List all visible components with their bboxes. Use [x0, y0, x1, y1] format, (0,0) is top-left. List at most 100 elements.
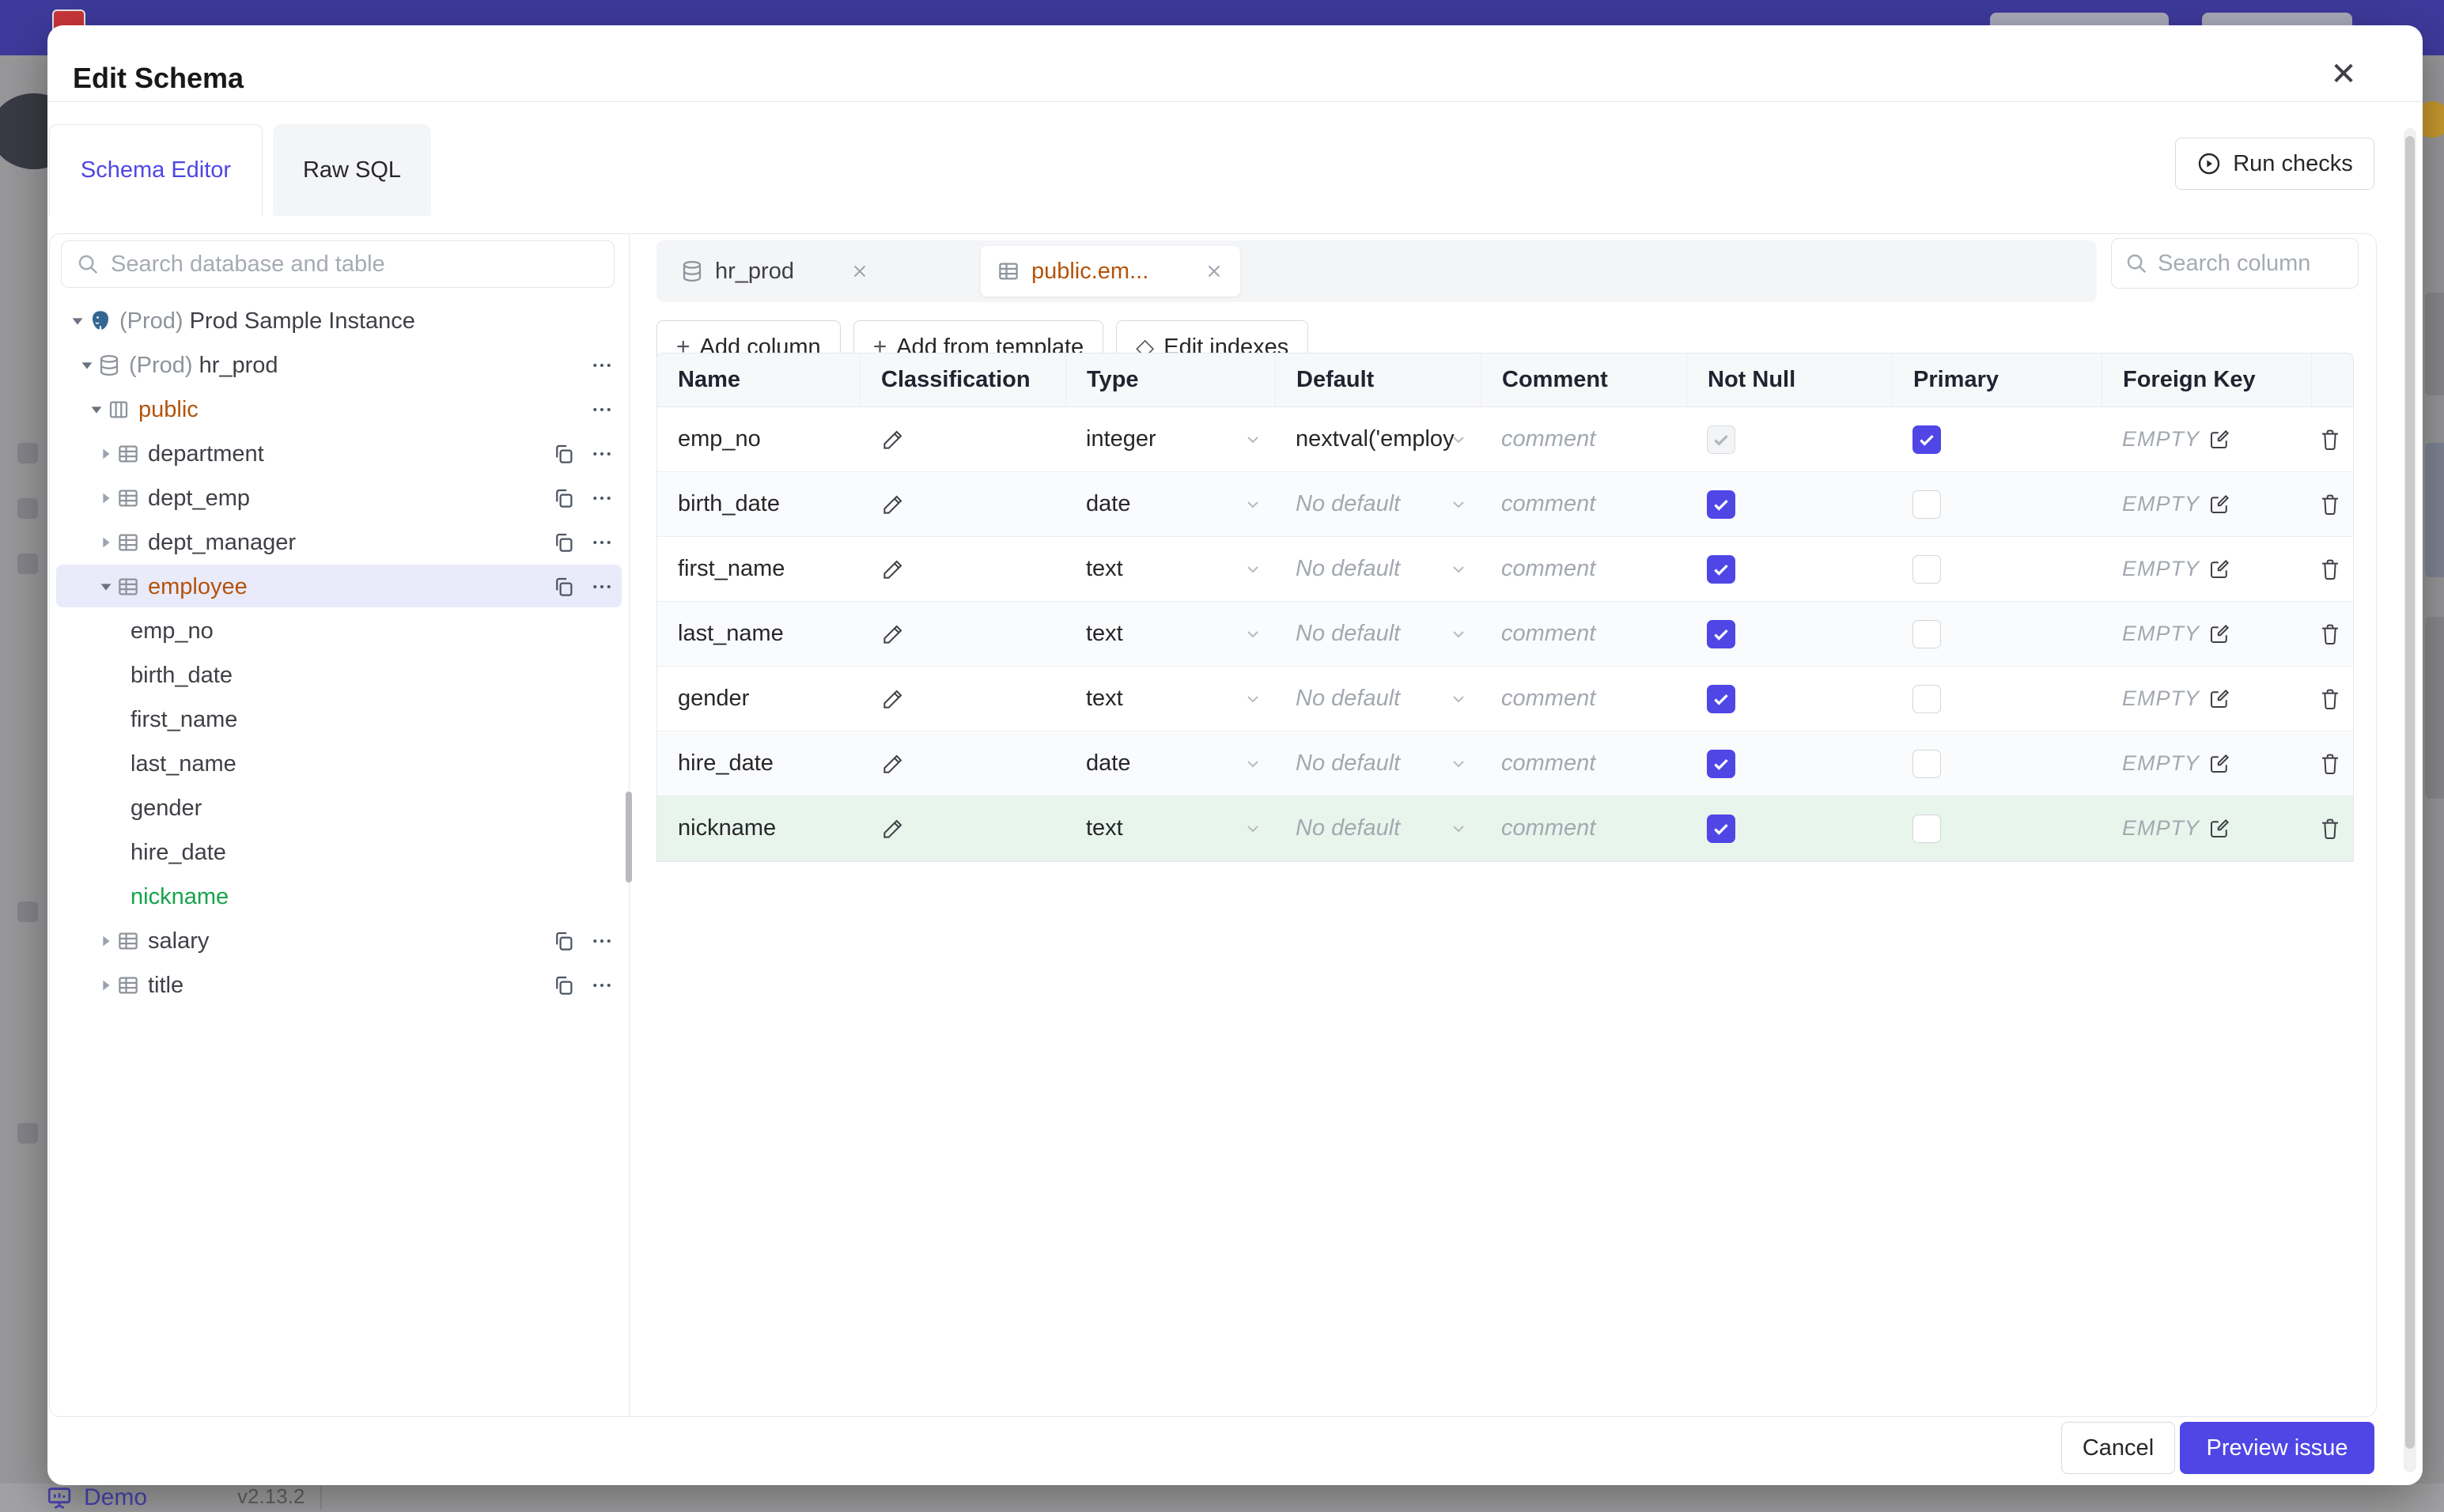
more-icon[interactable]	[590, 442, 614, 466]
not-null-checkbox[interactable]	[1707, 684, 1735, 713]
default-select[interactable]: No default	[1275, 667, 1481, 731]
close-icon[interactable]: ✕	[2326, 57, 2361, 92]
trash-icon[interactable]	[2317, 816, 2343, 841]
not-null-checkbox[interactable]	[1707, 490, 1735, 519]
classification-cell[interactable]	[860, 796, 1065, 860]
tree-item-first-name[interactable]: first_name	[50, 697, 630, 742]
classification-cell[interactable]	[860, 407, 1065, 471]
trash-icon[interactable]	[2317, 557, 2343, 582]
close-tab-icon[interactable]	[1204, 261, 1224, 282]
primary-checkbox[interactable]	[1912, 490, 1941, 519]
copy-icon[interactable]	[552, 973, 576, 997]
type-select[interactable]: text	[1065, 796, 1275, 860]
comment-input[interactable]: comment	[1481, 731, 1686, 796]
primary-checkbox[interactable]	[1912, 749, 1941, 778]
caret-down-icon[interactable]	[67, 312, 88, 330]
tree-item-hr-prod[interactable]: (Prod) hr_prod	[50, 343, 630, 387]
edit-square-icon[interactable]	[2208, 622, 2231, 646]
comment-input[interactable]: comment	[1481, 407, 1686, 471]
column-search-input[interactable]: Search column	[2111, 238, 2359, 289]
edit-square-icon[interactable]	[2208, 428, 2231, 452]
tab-schema-editor[interactable]: Schema Editor	[49, 124, 263, 216]
tree-item-hire-date[interactable]: hire_date	[50, 830, 630, 875]
trash-icon[interactable]	[2317, 622, 2343, 647]
column-name-cell[interactable]: gender	[657, 667, 860, 731]
run-checks-button[interactable]: Run checks	[2175, 138, 2374, 190]
type-select[interactable]: date	[1065, 731, 1275, 796]
edit-square-icon[interactable]	[2208, 817, 2231, 841]
not-null-checkbox[interactable]	[1707, 814, 1735, 843]
pencil-icon[interactable]	[880, 751, 906, 777]
more-icon[interactable]	[590, 929, 614, 953]
column-name-cell[interactable]: hire_date	[657, 731, 860, 796]
comment-input[interactable]: comment	[1481, 472, 1686, 536]
column-name-cell[interactable]: nickname	[657, 796, 860, 860]
copy-icon[interactable]	[552, 486, 576, 510]
pencil-icon[interactable]	[880, 427, 906, 452]
caret-right-icon[interactable]	[96, 445, 116, 463]
tab-raw-sql[interactable]: Raw SQL	[273, 124, 431, 216]
more-icon[interactable]	[590, 486, 614, 510]
classification-cell[interactable]	[860, 537, 1065, 601]
edit-square-icon[interactable]	[2208, 687, 2231, 711]
not-null-checkbox[interactable]	[1707, 619, 1735, 648]
cancel-button[interactable]: Cancel	[2061, 1422, 2175, 1474]
trash-icon[interactable]	[2317, 686, 2343, 712]
tree-item-gender[interactable]: gender	[50, 786, 630, 830]
pencil-icon[interactable]	[880, 557, 906, 582]
type-select[interactable]: date	[1065, 472, 1275, 536]
primary-checkbox[interactable]	[1912, 554, 1941, 584]
type-select[interactable]: integer	[1065, 407, 1275, 471]
tree-item-employee[interactable]: employee	[50, 565, 630, 609]
pencil-icon[interactable]	[880, 492, 906, 517]
preview-issue-button[interactable]: Preview issue	[2180, 1422, 2374, 1474]
editor-tab-hr-prod[interactable]: hr_prod	[664, 246, 886, 297]
type-select[interactable]: text	[1065, 602, 1275, 666]
trash-icon[interactable]	[2317, 492, 2343, 517]
pencil-icon[interactable]	[880, 686, 906, 712]
tree-item-emp-no[interactable]: emp_no	[50, 609, 630, 653]
demo-link[interactable]: Demo	[46, 1484, 147, 1512]
comment-input[interactable]: comment	[1481, 602, 1686, 666]
default-select[interactable]: No default	[1275, 731, 1481, 796]
more-icon[interactable]	[590, 973, 614, 997]
tree-item-department[interactable]: department	[50, 432, 630, 476]
primary-checkbox[interactable]	[1912, 425, 1941, 454]
caret-down-icon[interactable]	[77, 357, 97, 374]
caret-right-icon[interactable]	[96, 490, 116, 507]
caret-right-icon[interactable]	[96, 977, 116, 994]
not-null-checkbox[interactable]	[1707, 554, 1735, 584]
panel-splitter-handle[interactable]	[626, 792, 632, 883]
column-name-cell[interactable]: emp_no	[657, 407, 860, 471]
comment-input[interactable]: comment	[1481, 667, 1686, 731]
modal-scrollbar-thumb[interactable]	[2405, 136, 2415, 1449]
column-name-cell[interactable]: birth_date	[657, 472, 860, 536]
tree-item-birth-date[interactable]: birth_date	[50, 653, 630, 697]
caret-right-icon[interactable]	[96, 932, 116, 950]
classification-cell[interactable]	[860, 602, 1065, 666]
primary-checkbox[interactable]	[1912, 814, 1941, 843]
tree-item-dept-manager[interactable]: dept_manager	[50, 520, 630, 565]
comment-input[interactable]: comment	[1481, 796, 1686, 860]
modal-scrollbar[interactable]	[2404, 128, 2416, 1472]
close-tab-icon[interactable]	[849, 261, 870, 282]
trash-icon[interactable]	[2317, 751, 2343, 777]
copy-icon[interactable]	[552, 929, 576, 953]
copy-icon[interactable]	[552, 575, 576, 599]
trash-icon[interactable]	[2317, 427, 2343, 452]
more-icon[interactable]	[590, 398, 614, 421]
column-name-cell[interactable]: last_name	[657, 602, 860, 666]
not-null-checkbox[interactable]	[1707, 749, 1735, 778]
tree-item-public[interactable]: public	[50, 387, 630, 432]
type-select[interactable]: text	[1065, 667, 1275, 731]
editor-tab-public-em-[interactable]: public.em...	[980, 246, 1241, 297]
default-select[interactable]: No default	[1275, 602, 1481, 666]
classification-cell[interactable]	[860, 472, 1065, 536]
classification-cell[interactable]	[860, 667, 1065, 731]
more-icon[interactable]	[590, 353, 614, 377]
tree-search-input[interactable]: Search database and table	[61, 240, 615, 288]
pencil-icon[interactable]	[880, 816, 906, 841]
column-name-cell[interactable]: first_name	[657, 537, 860, 601]
caret-right-icon[interactable]	[96, 534, 116, 551]
default-select[interactable]: No default	[1275, 472, 1481, 536]
